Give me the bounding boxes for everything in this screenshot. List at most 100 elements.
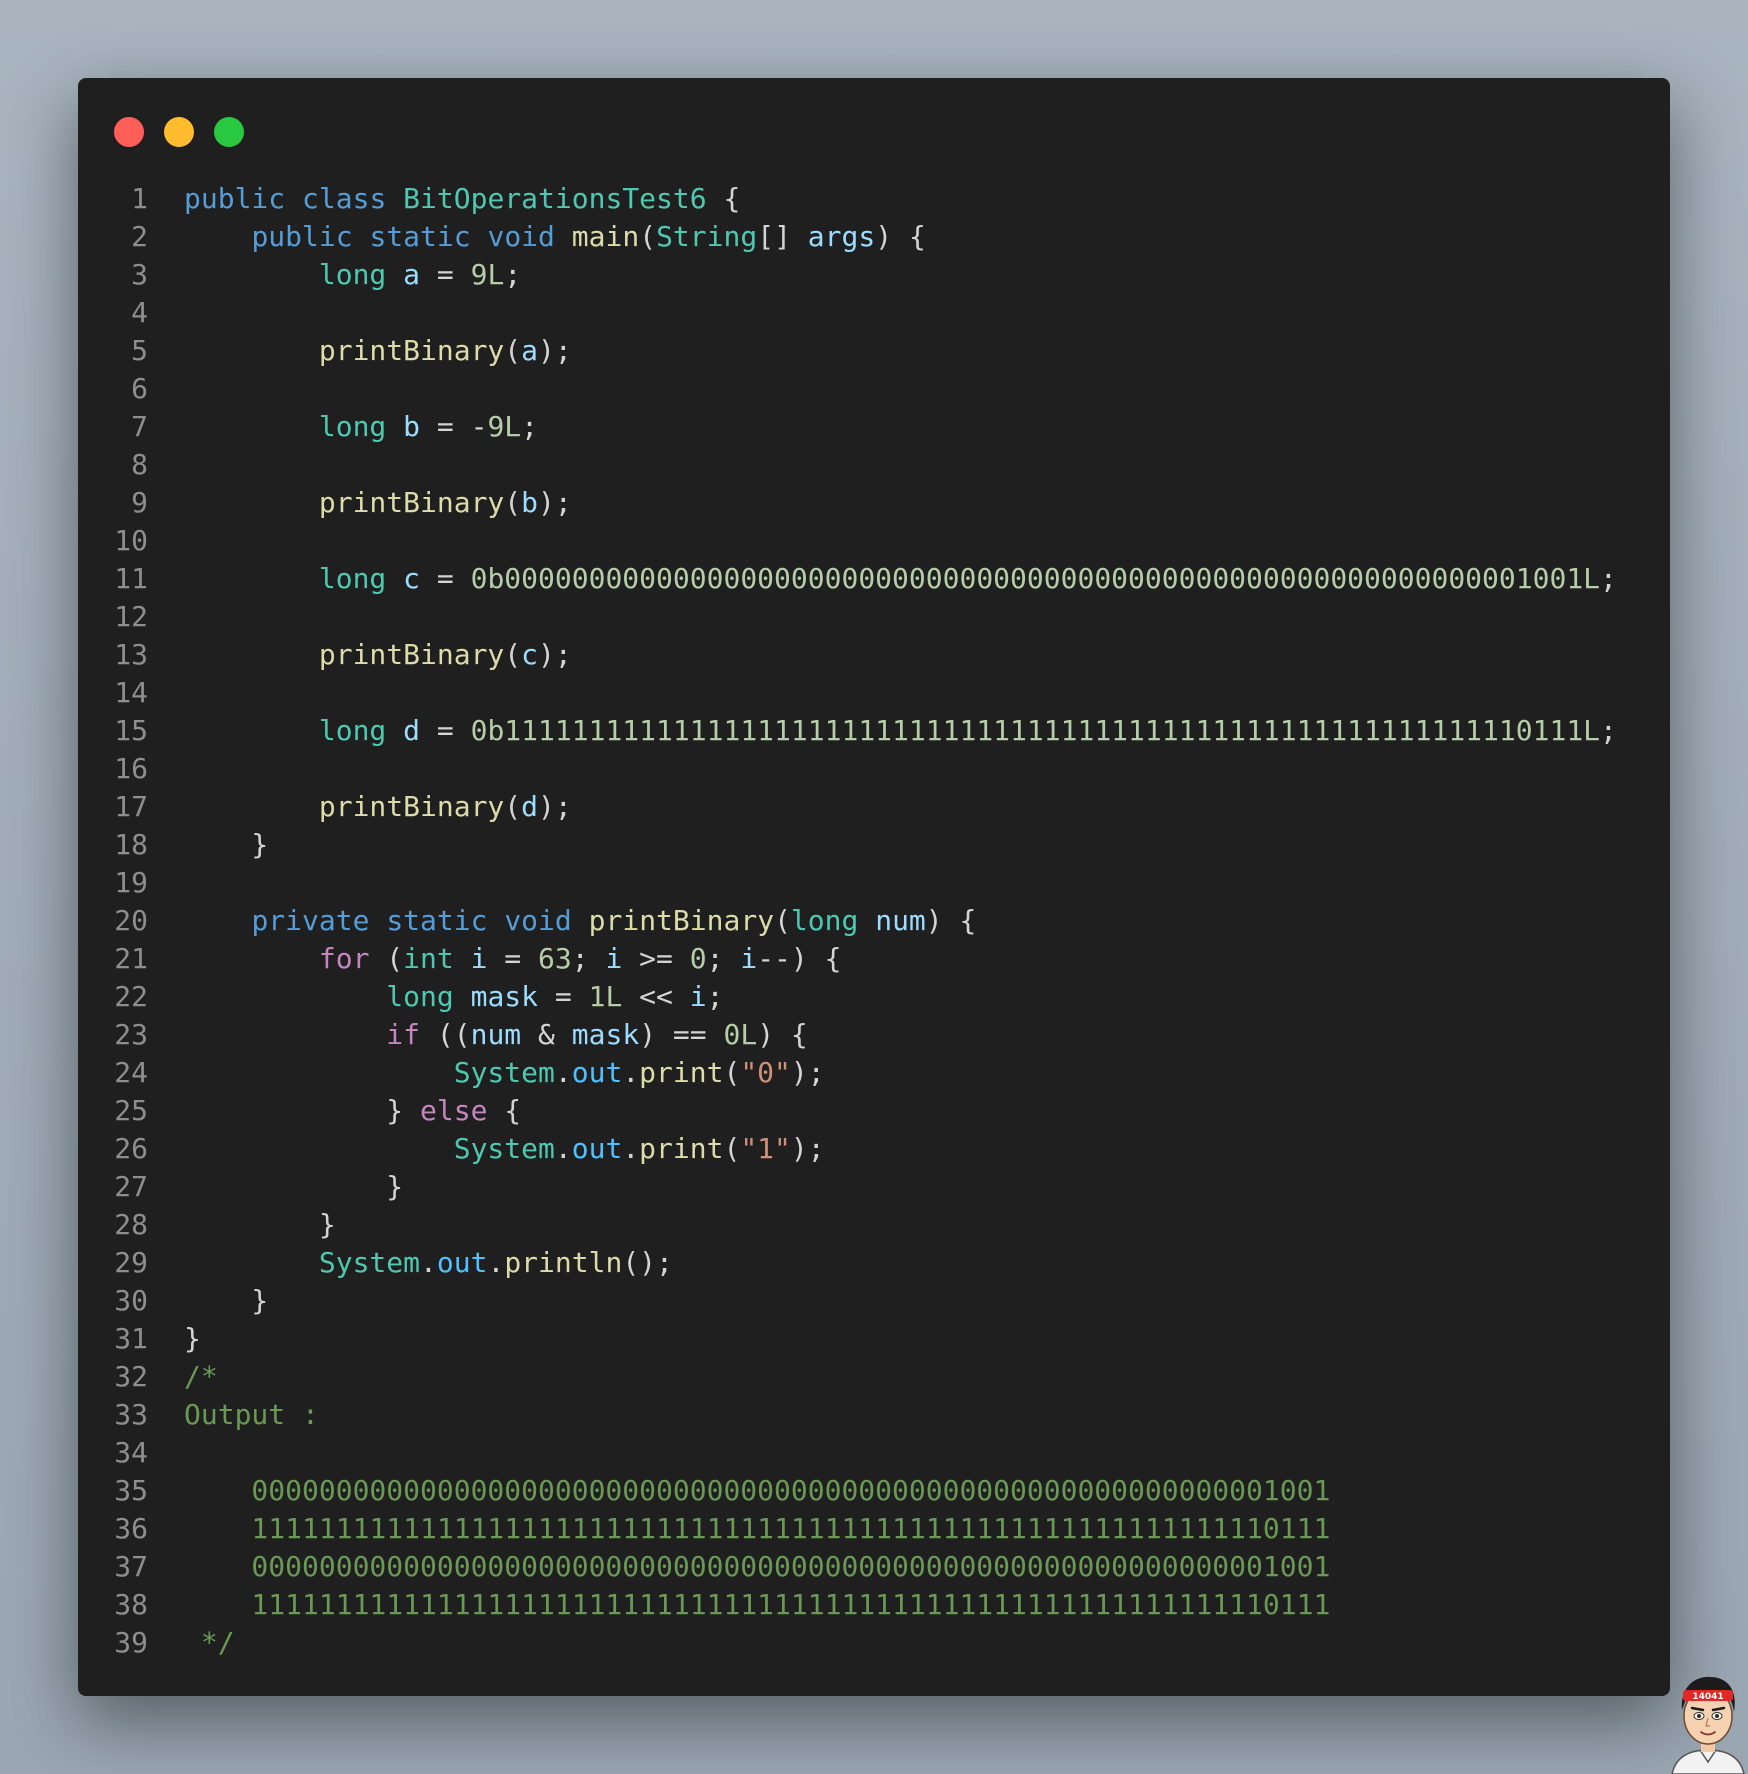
code-line: 13 printBinary(c); [78,636,1670,674]
code-token: ( [504,638,522,671]
code-token: = [420,714,471,747]
code-token: */ [184,1626,235,1659]
code-token: void [487,220,555,253]
code-token: } [184,1208,336,1241]
code-text: for (int i = 63; i >= 0; i--) { [148,940,842,978]
code-token: b [403,410,421,443]
code-text: 1111111111111111111111111111111111111111… [148,1586,1330,1624]
line-number: 24 [114,1056,148,1089]
line-number: 18 [114,828,148,861]
maximize-dot-icon[interactable] [214,117,244,147]
code-line: 1 public class BitOperationsTest6 { [78,180,1670,218]
code-token: d [403,714,421,747]
close-dot-icon[interactable] [114,117,144,147]
code-token: mask [470,980,539,1013]
code-line: 10 [78,522,1670,560]
code-token: ); [538,790,572,823]
code-token: } [184,1094,421,1127]
code-token: 63 [538,942,572,975]
line-number: 31 [114,1322,148,1355]
code-token: static [386,904,488,937]
code-token: 0b11111111111111111111111111111111111111… [470,714,1601,747]
code-line: 4 [78,294,1670,332]
code-text: public static void main(String[] args) { [148,218,925,256]
code-text: long mask = 1L << i; [148,978,723,1016]
line-number: 14 [114,676,148,709]
code-token: i [470,942,488,975]
line-number: 21 [114,942,148,975]
code-text: 0000000000000000000000000000000000000000… [148,1548,1330,1586]
code-line: 37 0000000000000000000000000000000000000… [78,1548,1670,1586]
code-token: "1" [740,1132,791,1165]
minimize-dot-icon[interactable] [164,117,194,147]
line-number: 33 [114,1398,148,1431]
code-token: public [184,182,286,215]
line-number: 13 [114,638,148,671]
code-token: ( [369,942,404,975]
code-token: 1111111111111111111111111111111111111111… [184,1588,1331,1621]
code-token: ( [639,220,657,253]
code-line: 15 long d = 0b11111111111111111111111111… [78,712,1670,750]
code-line: 30 } [78,1282,1670,1320]
line-number: 16 [114,752,148,785]
code-token: Output : [184,1398,319,1431]
line-number: 30 [114,1284,148,1317]
code-token: ( [504,334,522,367]
code-text: long b = -9L; [148,408,538,446]
code-token: c [403,562,421,595]
line-number: 17 [114,790,148,823]
code-text: } [148,1320,201,1358]
line-number: 11 [114,562,148,595]
code-token: num [875,904,926,937]
code-line: 11 long c = 0b00000000000000000000000000… [78,560,1670,598]
code-text: long c = 0b00000000000000000000000000000… [148,560,1617,598]
code-line: 2 public static void main(String[] args)… [78,218,1670,256]
code-token: . [622,1056,640,1089]
code-line: 8 [78,446,1670,484]
line-number: 25 [114,1094,148,1127]
code-token: } [184,1170,404,1203]
code-text: } [148,826,268,864]
code-token: = [487,942,539,975]
avatar-badge: 14041 [1692,1692,1723,1702]
line-number: 23 [114,1018,148,1051]
code-window: 1 public class BitOperationsTest6 {2 publ… [78,78,1670,1696]
code-line: 14 [78,674,1670,712]
code-token: --) { [757,942,842,975]
code-text: printBinary(b); [148,484,572,522]
code-text: 0000000000000000000000000000000000000000… [148,1472,1330,1510]
code-token: c [521,638,539,671]
code-token: long [318,258,387,291]
code-text: public class BitOperationsTest6 { [148,180,740,218]
code-token: static [369,220,471,253]
code-token: ) { [925,904,977,937]
code-line: 27 } [78,1168,1670,1206]
code-token: System [318,1246,421,1279]
code-token: class [302,182,387,215]
code-token: ( [504,790,522,823]
code-token: ( [723,1056,741,1089]
code-text: if ((num & mask) == 0L) { [148,1016,807,1054]
code-text: printBinary(a); [148,332,572,370]
line-number: 1 [131,182,148,215]
code-text: } [148,1168,403,1206]
code-token: num [470,1018,522,1051]
code-token: out [571,1132,623,1165]
code-token: = [420,562,471,595]
code-token: 0000000000000000000000000000000000000000… [184,1550,1331,1583]
